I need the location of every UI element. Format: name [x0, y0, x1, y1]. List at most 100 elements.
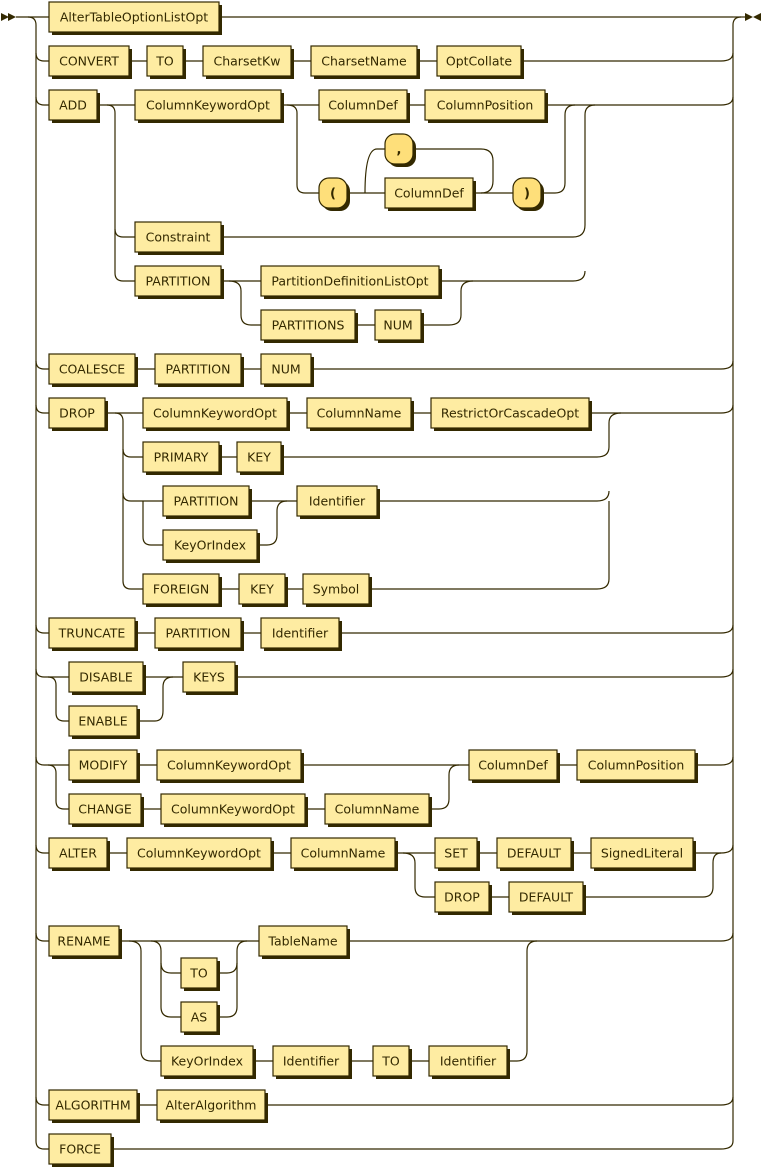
nonterminal-columnkeywordopt: ColumnKeywordOpt	[160, 793, 308, 827]
nonterminal-foreign: FOREIGN	[142, 573, 222, 607]
nonterminal-restrictorcascadeopt: RestrictOrCascadeOpt	[430, 397, 592, 431]
nonterminal-change: CHANGE	[68, 793, 144, 827]
node-label: KeyOrIndex	[174, 538, 246, 553]
node-label: FORCE	[59, 1142, 101, 1157]
connector-line	[695, 756, 734, 766]
node-label: TO	[155, 54, 174, 69]
nonterminal-num: NUM	[260, 353, 314, 387]
node-label: KeyOrIndex	[171, 1054, 243, 1069]
nonterminal-columndef: ColumnDef	[318, 89, 410, 123]
connector-line	[257, 500, 288, 546]
connector-line	[35, 1096, 49, 1106]
connector-line	[693, 844, 734, 854]
nonterminal-keyorindex: KeyOrIndex	[160, 1045, 256, 1079]
nonterminal-num: NUM	[374, 309, 424, 343]
nonterminal-columnkeywordopt: ColumnKeywordOpt	[142, 397, 290, 431]
node-label: PARTITION	[146, 274, 211, 289]
connector-line	[585, 96, 734, 106]
railroad-diagram: AlterTableOptionListOpt CONVERT TO CharsetK…	[1, 1, 761, 1167]
connector-line	[265, 1096, 734, 1106]
nonterminal-partition: PARTITION	[154, 617, 244, 651]
connector-line	[429, 764, 460, 810]
nonterminal-columnname: ColumnName	[290, 837, 398, 871]
node-label: PARTITION	[174, 494, 239, 509]
node-label: )	[524, 187, 530, 202]
node-label: Identifier	[440, 1054, 497, 1069]
nonterminal-signedliteral: SignedLiteral	[590, 837, 696, 871]
connector-line	[114, 228, 135, 238]
node-label: KEYS	[193, 670, 225, 685]
connector-line	[228, 280, 261, 326]
node-label: FOREIGN	[153, 582, 209, 597]
nonterminal-rename: RENAME	[48, 925, 122, 959]
nonterminal-partitiondefinitionlistopt: PartitionDefinitionListOpt	[260, 265, 442, 299]
connector-line	[128, 940, 161, 1062]
nonterminal-primary: PRIMARY	[142, 441, 222, 475]
node-label: TRUNCATE	[58, 626, 126, 641]
node-label: ColumnKeywordOpt	[167, 758, 291, 773]
node-label: RestrictOrCascadeOpt	[441, 406, 579, 421]
terminal-punct: ,	[384, 133, 416, 167]
node-label: ColumnName	[335, 802, 420, 817]
node-label: Symbol	[313, 582, 360, 597]
connector-line	[142, 500, 163, 546]
node-label: SignedLiteral	[601, 846, 683, 861]
connector-line	[35, 844, 49, 854]
nonterminal-as: AS	[180, 1001, 220, 1035]
terminal-punct: )	[512, 177, 544, 211]
node-label: ColumnPosition	[588, 758, 685, 773]
node-label: PartitionDefinitionListOpt	[271, 274, 428, 289]
node-label: COALESCE	[59, 362, 125, 377]
nonterminal-partition: PARTITION	[154, 353, 244, 387]
nonterminal-partitions: PARTITIONS	[260, 309, 358, 343]
connector-line	[47, 676, 69, 722]
node-label: CharsetName	[321, 54, 407, 69]
nonterminal-constraint: Constraint	[134, 221, 224, 255]
node-label: KEY	[250, 582, 274, 597]
nonterminal-to: TO	[180, 957, 220, 991]
node-label: ColumnKeywordOpt	[137, 846, 261, 861]
nonterminal-convert: CONVERT	[48, 45, 132, 79]
node-label: (	[330, 187, 336, 202]
nonterminal-disable: DISABLE	[68, 661, 146, 695]
connector-line	[122, 448, 143, 458]
connector-line	[720, 16, 742, 1150]
connector-line	[122, 492, 163, 502]
nonterminal-key: KEY	[236, 441, 284, 475]
node-label: Constraint	[146, 230, 211, 245]
node-label: ColumnKeywordOpt	[171, 802, 295, 817]
connector-line	[217, 940, 248, 974]
node-label: ADD	[59, 98, 87, 113]
nonterminal-identifier: Identifier	[260, 617, 342, 651]
connector-line	[47, 764, 69, 810]
nonterminal-default: DEFAULT	[496, 837, 574, 871]
connector-line	[402, 852, 435, 898]
node-label: AlterTableOptionListOpt	[60, 10, 208, 25]
start-arrow-icon	[1, 13, 16, 21]
nonterminal-key: KEY	[238, 573, 288, 607]
connector-line	[35, 360, 49, 370]
connector-line	[521, 52, 734, 62]
nonterminal-keyorindex: KeyOrIndex	[162, 529, 260, 563]
connector-line	[35, 668, 45, 678]
connector-line	[35, 932, 49, 942]
node-label: OptCollate	[446, 54, 513, 69]
connector-line	[286, 104, 319, 194]
node-label: NUM	[271, 362, 300, 377]
node-label: DEFAULT	[519, 890, 574, 905]
node-label: MODIFY	[79, 758, 128, 773]
connector-line	[339, 624, 734, 634]
node-label: Identifier	[283, 1054, 340, 1069]
node-label: KEY	[247, 450, 271, 465]
nonterminal-modify: MODIFY	[68, 749, 140, 783]
nonterminal-set: SET	[434, 837, 480, 871]
nonterminal-drop: DROP	[48, 397, 108, 431]
nonterminal-alteralgorithm: AlterAlgorithm	[156, 1089, 268, 1123]
node-label: Identifier	[309, 494, 366, 509]
node-label: TableName	[267, 934, 338, 949]
node-label: PARTITION	[166, 362, 231, 377]
connector-line	[27, 16, 49, 1150]
connector-line	[235, 668, 734, 678]
node-label: DISABLE	[79, 670, 133, 685]
node-label: PARTITIONS	[272, 318, 345, 333]
